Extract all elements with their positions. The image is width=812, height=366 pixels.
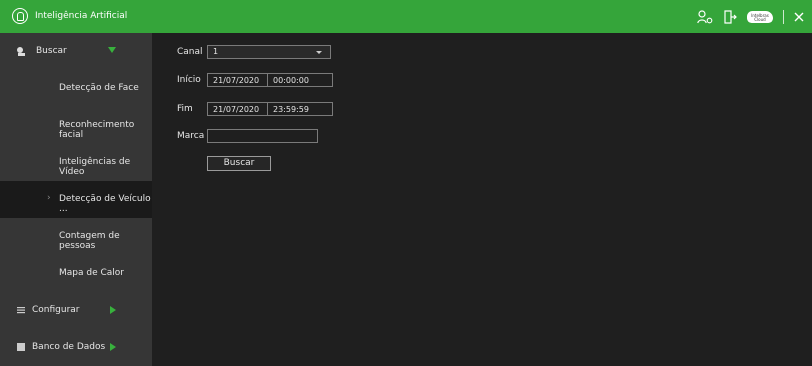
expand-right-icon xyxy=(110,306,116,314)
sidebar-item-label: Buscar xyxy=(36,46,67,56)
sidebar-item-inteligencias-video[interactable]: Inteligências de Vídeo xyxy=(0,144,152,181)
canal-value: 1 xyxy=(213,47,219,56)
buscar-button[interactable]: Buscar xyxy=(207,156,271,171)
sidebar-item-label: Banco de Dados xyxy=(32,342,106,352)
sidebar: Buscar Detecção de Face Reconhecimento f… xyxy=(0,33,152,366)
divider xyxy=(267,103,268,115)
top-icons: Intelbras Cloud xyxy=(697,0,804,33)
fim-label: Fim xyxy=(177,104,193,114)
chevron-right-icon: › xyxy=(47,193,51,203)
canal-label: Canal xyxy=(177,47,203,57)
sidebar-item-buscar[interactable]: Buscar xyxy=(0,33,152,70)
main-panel: Canal 1 Início 21/07/2020 00:00:00 Fim 2… xyxy=(152,33,812,291)
cloud-icon[interactable]: Intelbras Cloud xyxy=(747,10,773,23)
sidebar-item-label: Detecção de Veículo ... xyxy=(59,194,151,214)
sidebar-item-configurar[interactable]: Configurar xyxy=(0,292,152,329)
inicio-date[interactable]: 21/07/2020 xyxy=(208,76,267,85)
user-settings-icon[interactable] xyxy=(697,9,713,24)
top-bar: Inteligência Artificial Intelbras Cloud xyxy=(0,0,812,33)
sidebar-item-label: Inteligências de Vídeo xyxy=(59,157,131,177)
sidebar-item-banco-dados[interactable]: Banco de Dados xyxy=(0,329,152,366)
canal-select[interactable]: 1 xyxy=(207,45,331,59)
inicio-datetime-field[interactable]: 21/07/2020 00:00:00 xyxy=(207,73,333,87)
sidebar-item-label: Detecção de Face xyxy=(59,83,139,93)
search-camera-icon xyxy=(17,47,25,56)
sidebar-item-mapa-calor[interactable]: Mapa de Calor xyxy=(0,255,152,292)
database-icon xyxy=(17,343,25,351)
fim-datetime-field[interactable]: 21/07/2020 23:59:59 xyxy=(207,102,333,116)
chevron-down-icon xyxy=(316,51,322,54)
sidebar-item-label: Reconhecimento facial xyxy=(59,120,135,140)
expand-right-icon xyxy=(110,343,116,351)
sidebar-item-label: Contagem de pessoas xyxy=(59,231,120,251)
sidebar-item-contagem-pessoas[interactable]: Contagem de pessoas xyxy=(0,218,152,255)
sidebar-item-deteccao-veiculo[interactable]: › Detecção de Veículo ... xyxy=(0,181,152,218)
cloud-label: Intelbras Cloud xyxy=(751,12,769,22)
fim-time[interactable]: 23:59:59 xyxy=(273,105,309,114)
list-icon xyxy=(17,307,25,314)
inicio-label: Início xyxy=(177,75,201,85)
fim-date[interactable]: 21/07/2020 xyxy=(208,105,267,114)
expand-down-icon xyxy=(108,47,116,53)
close-icon[interactable] xyxy=(794,12,804,22)
divider xyxy=(267,74,268,86)
divider xyxy=(783,9,784,24)
app-title: Inteligência Artificial xyxy=(35,11,128,21)
inicio-time[interactable]: 00:00:00 xyxy=(273,76,309,85)
sidebar-item-label: Mapa de Calor xyxy=(59,268,124,278)
logout-icon[interactable] xyxy=(723,9,737,24)
sidebar-item-reconhecimento-facial[interactable]: Reconhecimento facial xyxy=(0,107,152,144)
ai-head-icon xyxy=(12,8,28,24)
marca-label: Marca xyxy=(177,131,205,141)
sidebar-item-label: Configurar xyxy=(32,305,80,315)
marca-input[interactable] xyxy=(207,129,318,143)
sidebar-item-deteccao-face[interactable]: Detecção de Face xyxy=(0,70,152,107)
